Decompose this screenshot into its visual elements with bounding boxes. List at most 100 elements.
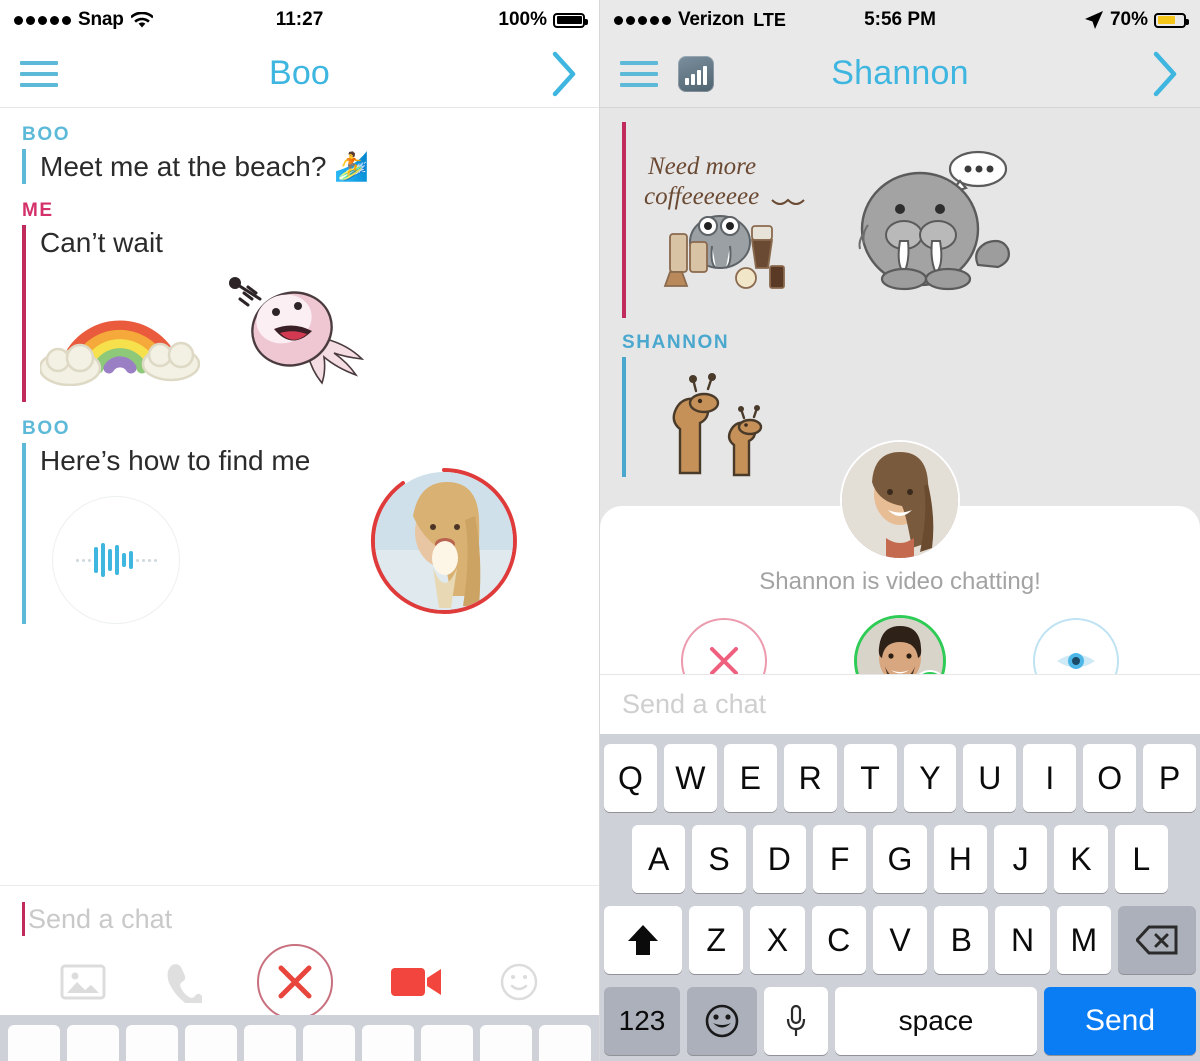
send-button[interactable]: Send <box>1044 987 1196 1055</box>
video-chat-card: Shannon is video chatting! Ignore <box>600 442 1200 674</box>
watch-button[interactable]: Watch <box>1016 618 1136 674</box>
key-k[interactable]: K <box>1054 825 1108 893</box>
right-chat-header: Shannon <box>600 40 1200 108</box>
key-m[interactable]: M <box>1056 906 1111 974</box>
signal-bars-icon[interactable] <box>678 55 714 92</box>
message-text: Meet me at the beach? 🏄 <box>40 151 370 182</box>
audio-waveform-icon[interactable] <box>52 496 180 624</box>
shannon-avatar <box>842 442 958 558</box>
chat-message: Need more coffeeeeeee <box>600 108 1200 318</box>
key-v[interactable]: V <box>872 906 928 974</box>
keyboard-row-1: Q W E R T Y U I O P <box>603 744 1197 812</box>
walrus-sticker <box>848 147 1028 297</box>
need-more-coffee-sticker: Need more coffeeeeeee <box>642 142 822 302</box>
key-o[interactable]: O <box>1083 744 1137 812</box>
shift-arrow-icon[interactable] <box>604 906 683 974</box>
message-sender: BOO <box>22 124 71 145</box>
chat-message: BOO Meet me at the beach? 🏄 <box>0 124 599 184</box>
key-r[interactable]: R <box>783 744 837 812</box>
key-p[interactable]: P <box>1143 744 1197 812</box>
page-title: Boo <box>268 54 331 92</box>
chat-input-placeholder: Send a chat <box>28 903 173 934</box>
svg-text:Need more: Need more <box>647 153 756 180</box>
keyboard-row-2: A S D F G H J K L <box>604 825 1196 893</box>
message-sender: ME <box>22 200 54 221</box>
emoji-smiley-icon[interactable] <box>687 987 757 1055</box>
gallery-icon[interactable] <box>60 962 106 1002</box>
key-b[interactable]: B <box>934 906 989 974</box>
right-chat-input[interactable]: Send a chat <box>600 674 1200 734</box>
chat-input[interactable]: Send a chat <box>0 902 599 936</box>
chevron-right-icon[interactable] <box>1152 51 1180 97</box>
chat-input-placeholder: Send a chat <box>622 689 767 719</box>
sticker-group: Need more coffeeeeeee <box>642 126 1200 318</box>
key-i[interactable]: I <box>1023 744 1077 812</box>
join-photo <box>857 618 943 674</box>
right-chat-thread[interactable]: Need more coffeeeeeee SHANNON Shannon is… <box>600 108 1200 674</box>
eye-icon <box>1033 618 1119 674</box>
signal-dots-icon <box>14 15 71 25</box>
carrier-label: Verizon <box>678 9 745 30</box>
phone-icon[interactable] <box>162 961 202 1003</box>
message-body: Need more coffeeeeeee <box>622 122 1200 318</box>
key-c[interactable]: C <box>811 906 866 974</box>
message-sender: SHANNON <box>622 332 730 353</box>
carrier-label: Snap <box>78 9 124 30</box>
hamburger-icon[interactable] <box>20 60 58 87</box>
keyboard-row-4: 123 space Send <box>604 987 1196 1055</box>
backspace-icon[interactable] <box>1117 906 1196 974</box>
chat-message: ME Can’t wait <box>0 200 599 402</box>
microphone-icon[interactable] <box>764 987 828 1055</box>
keyboard-row-3: Z X C V B N M <box>604 906 1196 974</box>
key-f[interactable]: F <box>813 825 867 893</box>
svg-text:coffeeeeeee: coffeeeeeee <box>644 183 759 210</box>
pink-ghost-sticker <box>226 277 376 385</box>
hamburger-icon[interactable] <box>620 60 658 87</box>
left-chat-header: Boo <box>0 40 599 108</box>
status-left-group: Verizon LTE <box>614 9 786 31</box>
battery-percent-label: 100% <box>498 9 547 30</box>
partial-keyboard-strip[interactable] <box>0 1015 599 1061</box>
key-q[interactable]: Q <box>603 744 657 812</box>
key-s[interactable]: S <box>692 825 746 893</box>
key-d[interactable]: D <box>752 825 806 893</box>
battery-icon <box>1154 12 1189 28</box>
sticker-group <box>40 260 599 402</box>
sticker-icon[interactable] <box>499 962 539 1002</box>
ignore-button[interactable]: Ignore <box>664 618 784 674</box>
message-body: Can’t wait <box>22 225 599 402</box>
join-button[interactable]: Join <box>840 618 960 674</box>
key-x[interactable]: X <box>750 906 805 974</box>
key-a[interactable]: A <box>632 825 686 893</box>
key-h[interactable]: H <box>933 825 987 893</box>
numeric-key[interactable]: 123 <box>604 987 680 1055</box>
battery-percent-label: 70% <box>1109 9 1148 30</box>
key-l[interactable]: L <box>1114 825 1168 893</box>
join-avatar <box>857 618 947 674</box>
end-call-icon[interactable] <box>257 944 334 1020</box>
caller-avatar[interactable] <box>369 466 519 616</box>
key-e[interactable]: E <box>723 744 777 812</box>
close-x-icon <box>681 618 767 674</box>
key-n[interactable]: N <box>995 906 1050 974</box>
video-icon[interactable] <box>389 964 443 1000</box>
key-j[interactable]: J <box>993 825 1048 893</box>
message-body: Meet me at the beach? 🏄 <box>22 149 599 184</box>
left-status-bar: Snap 11:27 100% <box>0 0 599 40</box>
key-g[interactable]: G <box>873 825 927 893</box>
waveform-bars <box>75 540 157 580</box>
chevron-right-icon[interactable] <box>551 51 579 97</box>
status-right-group: 70% <box>1084 9 1189 31</box>
composer-toolbar <box>0 944 599 1020</box>
video-chat-actions: Ignore <box>600 596 1200 674</box>
key-y[interactable]: Y <box>903 744 957 812</box>
key-u[interactable]: U <box>963 744 1017 812</box>
network-type-label: LTE <box>753 9 786 30</box>
left-chat-thread[interactable]: BOO Meet me at the beach? 🏄 ME Can’t wai… <box>0 124 599 624</box>
signal-dots-icon <box>614 15 671 25</box>
key-t[interactable]: T <box>843 744 897 812</box>
space-key[interactable]: space <box>835 987 1037 1055</box>
key-w[interactable]: W <box>663 744 717 812</box>
caller-photo <box>375 472 513 610</box>
key-z[interactable]: Z <box>689 906 744 974</box>
